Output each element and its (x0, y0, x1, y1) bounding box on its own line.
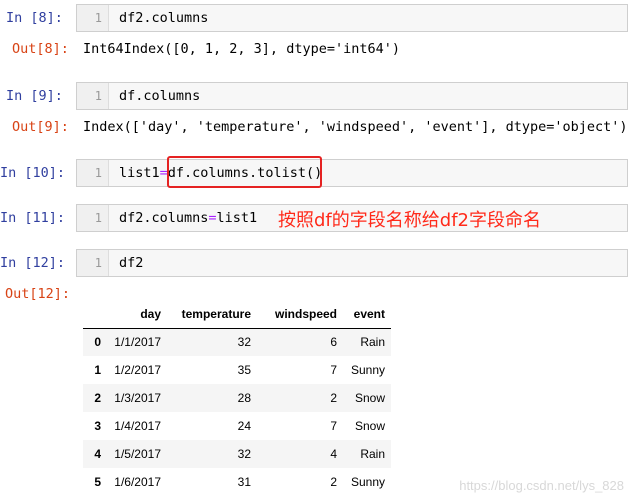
code-cell-8[interactable]: 1 df2.columns (76, 4, 628, 32)
row-index: 3 (94, 419, 101, 433)
cell-windspeed: 2 (330, 475, 337, 489)
assign-operator: = (208, 210, 217, 226)
cell-temperature: 24 (237, 419, 251, 433)
cell-event: Snow (354, 391, 385, 405)
cell-day: 1/1/2017 (114, 335, 161, 350)
watermark: https://blog.csdn.net/lys_828 (459, 478, 624, 493)
out-prompt-8: Out[8]: (12, 41, 69, 57)
column-header-event: event (343, 300, 391, 329)
row-index: 0 (94, 335, 101, 350)
dataframe-table: day temperature windspeed event 0 1/1/20… (83, 300, 391, 496)
index-header (83, 300, 107, 329)
cell-windspeed: 2 (330, 391, 337, 405)
line-number: 1 (77, 160, 109, 186)
output-text-8: Int64Index([0, 1, 2, 3], dtype='int64') (83, 41, 400, 57)
line-number: 1 (77, 5, 109, 31)
code-cell-9[interactable]: 1 df.columns (76, 82, 628, 110)
cell-event: Rain (360, 447, 385, 461)
code-text[interactable]: df2.columns (119, 5, 208, 31)
cell-temperature: 32 (237, 335, 251, 350)
in-prompt-12: In [12]: (0, 255, 66, 271)
cell-day: 1/6/2017 (114, 475, 161, 489)
out-prompt-12: Out[12]: (5, 286, 71, 302)
cell-day: 1/5/2017 (114, 447, 161, 461)
in-prompt-8: In [8]: (6, 10, 63, 26)
cell-day: 1/2/2017 (114, 363, 161, 377)
cell-event: Sunny (350, 363, 385, 377)
cell-temperature: 28 (237, 391, 251, 405)
line-number: 1 (77, 205, 109, 231)
row-index: 5 (94, 475, 101, 489)
in-prompt-11: In [11]: (0, 210, 66, 226)
in-prompt-9: In [9]: (6, 88, 63, 104)
table-row: 0 1/1/2017 32 6 Rain (83, 328, 391, 356)
line-number: 1 (77, 250, 109, 276)
code-cell-12[interactable]: 1 df2 (76, 249, 628, 277)
cell-windspeed: 6 (330, 335, 337, 350)
cell-event: Rain (360, 335, 385, 350)
cell-day: 1/3/2017 (114, 391, 161, 405)
table-row: 5 1/6/2017 31 2 Sunny (83, 468, 391, 496)
code-variable: list1 (119, 165, 160, 181)
table-header-row: day temperature windspeed event (83, 300, 391, 329)
row-index: 2 (94, 391, 101, 405)
cell-event: Sunny (350, 475, 385, 489)
code-expression: list1 (216, 210, 258, 226)
table-row: 4 1/5/2017 32 4 Rain (83, 440, 391, 468)
highlight-box (167, 156, 322, 188)
table-row: 1 1/2/2017 35 7 Sunny (83, 356, 391, 384)
cell-windspeed: 4 (330, 447, 337, 461)
cell-temperature: 31 (237, 475, 251, 489)
table-row: 2 1/3/2017 28 2 Snow (83, 384, 391, 412)
row-index: 4 (94, 447, 101, 461)
table-row: 3 1/4/2017 24 7 Snow (83, 412, 391, 440)
in-prompt-10: In [10]: (0, 165, 66, 181)
column-header-temperature: temperature (167, 300, 257, 329)
row-index: 1 (94, 363, 101, 377)
code-variable: df2.columns (119, 210, 209, 226)
cell-temperature: 32 (237, 447, 251, 461)
code-cell-10[interactable]: 1 list1=df.columns.tolist() (76, 159, 628, 187)
cell-day: 1/4/2017 (114, 419, 161, 433)
output-text-9: Index(['day', 'temperature', 'windspeed'… (83, 119, 628, 135)
out-prompt-9: Out[9]: (12, 119, 69, 135)
line-number: 1 (77, 83, 109, 109)
cell-event: Snow (354, 419, 385, 433)
annotation-text: 按照df的字段名称给df2字段命名 (278, 210, 541, 231)
cell-windspeed: 7 (330, 363, 337, 377)
cell-temperature: 35 (237, 363, 251, 377)
column-header-day: day (107, 300, 167, 329)
column-header-windspeed: windspeed (257, 300, 343, 329)
code-text[interactable]: df.columns (119, 83, 200, 109)
code-text[interactable]: df2.columns=list1 (119, 205, 257, 231)
code-text[interactable]: df2 (119, 250, 143, 276)
cell-windspeed: 7 (330, 419, 337, 433)
